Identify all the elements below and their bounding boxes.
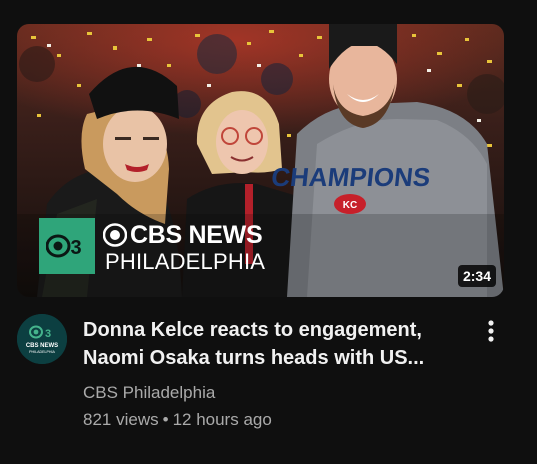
svg-text:CBS NEWS: CBS NEWS — [26, 343, 58, 349]
video-metadata: 821 views • 12 hours ago — [83, 410, 272, 430]
svg-text:3: 3 — [45, 328, 51, 340]
video-title-line2: Naomi Osaka turns heads with US... — [83, 347, 425, 369]
duration-badge: 2:34 — [457, 265, 496, 287]
svg-text:KC: KC — [343, 200, 357, 211]
network-city: PHILADELPHIA — [105, 249, 266, 274]
cbs3-logo: 3 — [39, 218, 95, 274]
channel-avatar[interactable]: 3 CBS NEWS PHILADELPHIA — [17, 314, 67, 364]
svg-text:3: 3 — [70, 237, 81, 258]
network-name: CBS NEWS — [103, 221, 263, 249]
cbs-eye-icon — [103, 223, 127, 247]
view-count: 821 views — [83, 410, 159, 429]
svg-text:PHILADELPHIA: PHILADELPHIA — [29, 350, 55, 354]
shirt-champions-text: CHAMPIONS — [270, 162, 432, 192]
upload-age: 12 hours ago — [172, 410, 272, 429]
video-thumbnail[interactable]: CHAMPIONS KC 3 CBS NEWS PHILADELPHIA 2:3… — [17, 24, 504, 297]
more-vertical-icon — [488, 320, 494, 342]
video-title-line1: Donna Kelce reacts to engagement, — [83, 319, 422, 341]
channel-name[interactable]: CBS Philadelphia — [83, 383, 215, 403]
meta-separator: • — [162, 410, 169, 429]
network-name-text: CBS NEWS — [130, 221, 263, 249]
more-actions-button[interactable] — [480, 317, 502, 347]
video-card: CHAMPIONS KC 3 CBS NEWS PHILADELPHIA 2:3… — [0, 0, 537, 464]
cbs-eye-3-icon: 3 — [46, 234, 82, 258]
cbs-news-philadelphia-avatar-icon: 3 CBS NEWS PHILADELPHIA — [17, 314, 67, 364]
video-title[interactable]: Donna Kelce reacts to engagement, Naomi … — [83, 316, 463, 372]
